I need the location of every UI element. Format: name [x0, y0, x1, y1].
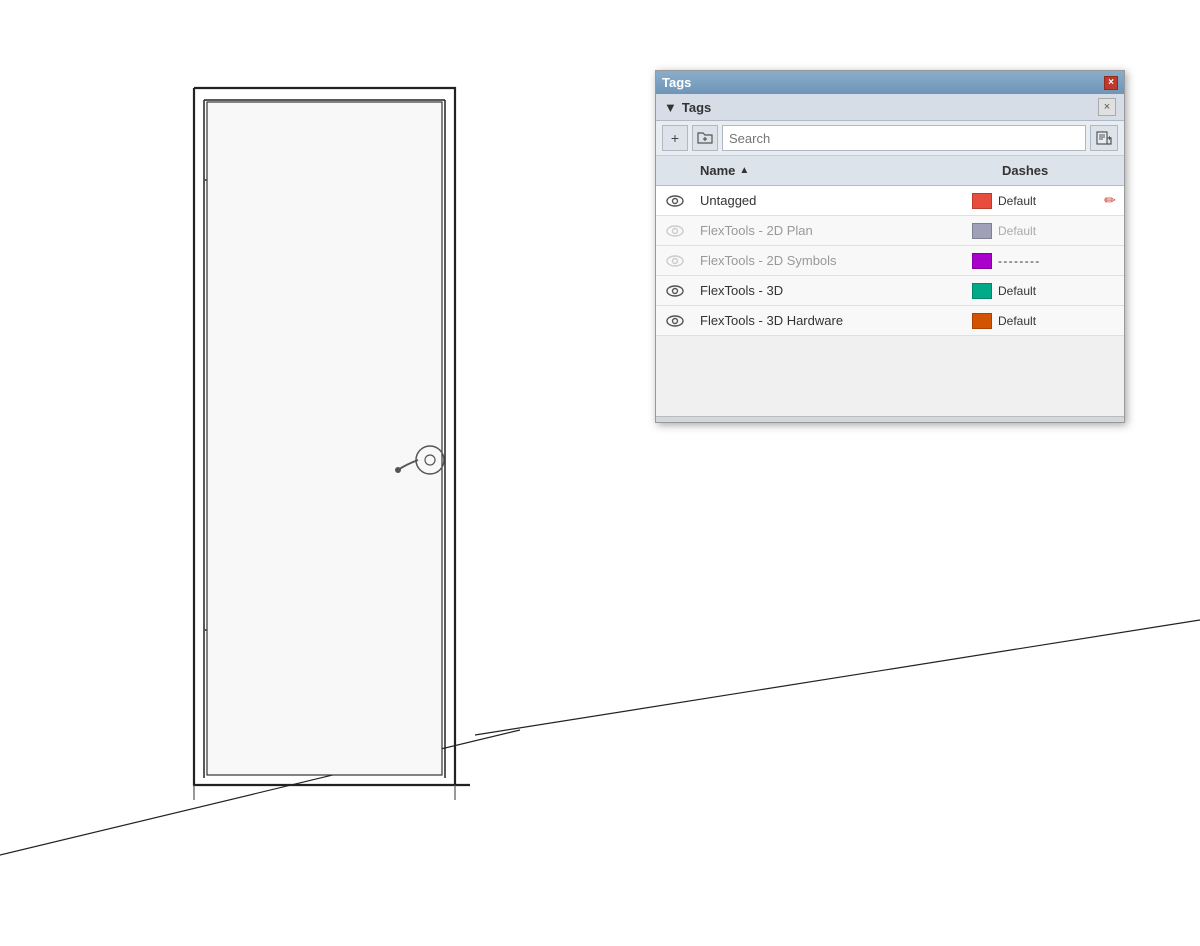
color-swatch[interactable] [972, 223, 992, 239]
tag-name-label: FlexTools - 2D Symbols [694, 253, 966, 268]
tags-panel: Tags × ▼ Tags × + [655, 70, 1125, 423]
pencil-icon[interactable]: ✏ [1104, 192, 1116, 209]
visibility-toggle[interactable] [656, 194, 694, 208]
search-input[interactable] [722, 125, 1086, 151]
tag-color-dashes: Default [966, 283, 1096, 299]
panel-titlebar: Tags × [656, 71, 1124, 94]
visibility-toggle[interactable] [656, 224, 694, 238]
dashes-label: Default [998, 284, 1036, 298]
edit-tag-button[interactable]: ✏ [1096, 192, 1124, 209]
panel-toolbar: + [656, 121, 1124, 156]
tag-color-dashes: Default [966, 313, 1096, 329]
tag-name-label: FlexTools - 2D Plan [694, 223, 966, 238]
color-swatch[interactable] [972, 313, 992, 329]
visibility-toggle[interactable] [656, 284, 694, 298]
tag-name-label: Untagged [694, 193, 966, 208]
panel-titlebar-close-button[interactable]: × [1104, 76, 1118, 90]
tag-row[interactable]: FlexTools - 2D Symbols - - - - - - - - [656, 246, 1124, 276]
name-col-header[interactable]: Name ▲ [694, 163, 994, 178]
tag-color-dashes: Default [966, 193, 1096, 209]
tag-name-label: FlexTools - 3D [694, 283, 966, 298]
tag-name-label: FlexTools - 3D Hardware [694, 313, 966, 328]
color-swatch[interactable] [972, 283, 992, 299]
panel-resize-handle[interactable] [656, 416, 1124, 422]
tag-row[interactable]: Untagged Default ✏ [656, 186, 1124, 216]
color-swatch[interactable] [972, 253, 992, 269]
tag-row[interactable]: FlexTools - 3D Hardware Default [656, 306, 1124, 336]
dashes-label: Default [998, 314, 1036, 328]
tag-row[interactable]: FlexTools - 2D Plan Default [656, 216, 1124, 246]
panel-subheader-left: ▼ Tags [664, 100, 711, 115]
dashes-label: Default [998, 194, 1036, 208]
panel-subheader-close-button[interactable]: × [1098, 98, 1116, 116]
sort-arrow-icon: ▲ [739, 165, 749, 176]
panel-subtitle: Tags [682, 100, 711, 115]
add-tag-button[interactable]: + [662, 125, 688, 151]
tag-row[interactable]: FlexTools - 3D Default [656, 276, 1124, 306]
export-button[interactable] [1090, 125, 1118, 151]
panel-subheader: ▼ Tags × [656, 94, 1124, 121]
visibility-toggle[interactable] [656, 314, 694, 328]
tag-color-dashes: - - - - - - - - [966, 253, 1096, 269]
dashes-label: Default [998, 224, 1036, 238]
dashes-col-header: Dashes [994, 163, 1124, 178]
dashes-pattern-label: - - - - - - - - [998, 254, 1038, 268]
column-headers: Name ▲ Dashes [656, 156, 1124, 186]
tag-rows-container: Untagged Default ✏ FlexTools - 2D Plan Defa… [656, 186, 1124, 336]
panel-body-empty [656, 336, 1124, 416]
tag-color-dashes: Default [966, 223, 1096, 239]
panel-title: Tags [662, 75, 691, 90]
collapse-arrow-icon[interactable]: ▼ [664, 100, 677, 115]
visibility-toggle[interactable] [656, 254, 694, 268]
color-swatch[interactable] [972, 193, 992, 209]
add-tag-folder-button[interactable] [692, 125, 718, 151]
